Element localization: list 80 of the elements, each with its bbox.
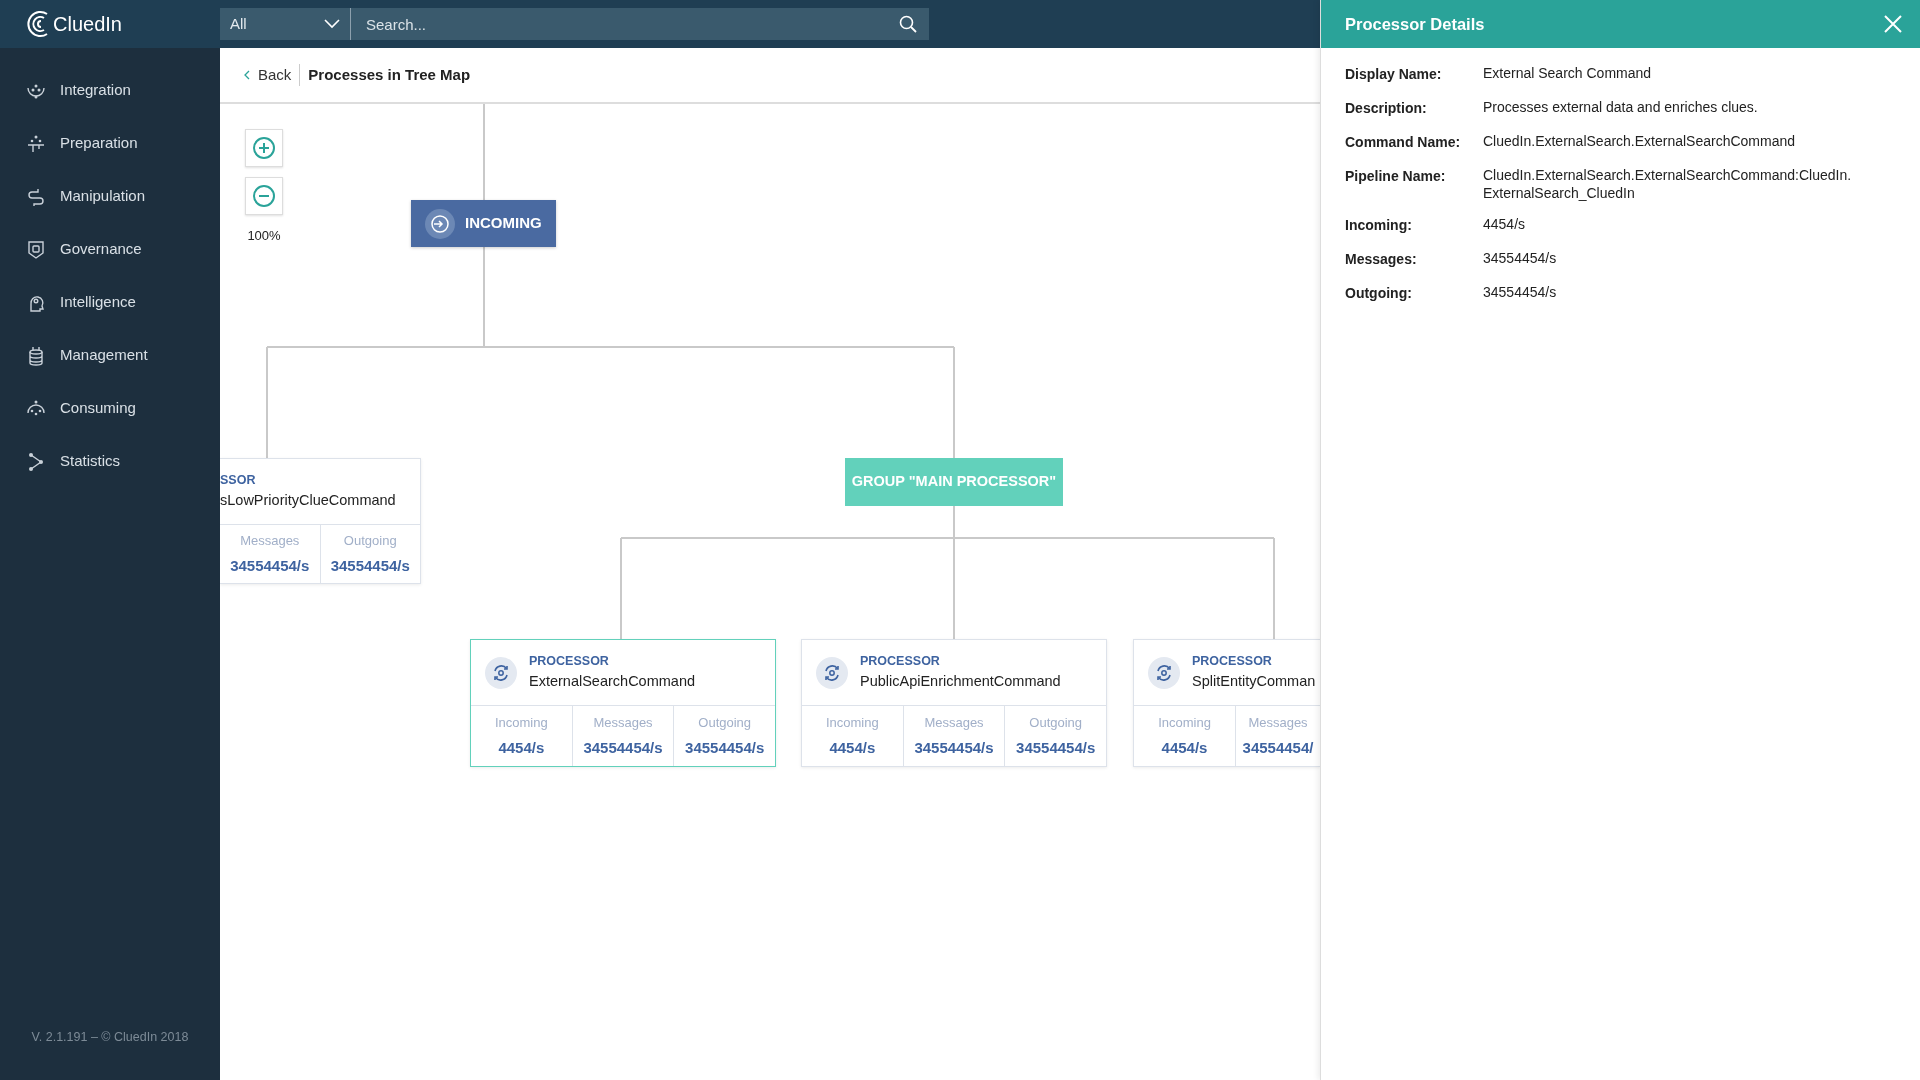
stat-value: 34554454/ <box>1242 737 1314 758</box>
processor-name: ExternalSearchCommand <box>529 672 696 691</box>
sidebar-item[interactable]: Manipulation <box>0 170 220 223</box>
sidebar-item[interactable]: Governance <box>0 223 220 276</box>
processor-type: PROCESSOR <box>1192 653 1273 671</box>
processor-type: PROCESSOR <box>860 653 941 671</box>
stat-label: Messages <box>240 532 300 550</box>
stat-value: 4454/s <box>1161 737 1208 758</box>
enter-icon <box>425 208 455 239</box>
sidebar-item[interactable]: Preparation <box>0 117 220 170</box>
field-label: Pipeline Name: <box>1345 167 1447 186</box>
stat-value: 34554454/s <box>230 555 310 576</box>
refresh-gear-icon <box>816 656 848 689</box>
stat-label: Messages <box>1248 714 1308 732</box>
scope-dropdown[interactable]: All <box>220 8 351 40</box>
stat-label: Incoming <box>1158 714 1211 732</box>
sidebar-item[interactable]: Statistics <box>0 435 220 488</box>
field-value: CluedIn.ExternalSearch.ExternalSearchCommand <box>1483 132 1796 151</box>
brand-name: CluedIn <box>53 12 122 37</box>
stat-value: 4454/s <box>829 737 876 758</box>
stat-label: Outgoing <box>1029 714 1083 732</box>
field-value: 4454/s <box>1483 215 1526 235</box>
sidebar-item[interactable]: Consuming <box>0 382 220 435</box>
chevron-left-icon <box>244 70 250 80</box>
back-link[interactable]: Back <box>244 63 301 87</box>
field-label: Display Name: <box>1345 65 1443 84</box>
processor-card[interactable]: SSOR sLowPriorityClueCommand Messages 34554454/s Outgoing 34554454/s <box>220 458 421 584</box>
field-value: 34554454/s <box>1483 283 1557 303</box>
field-label: Messages: <box>1345 250 1418 270</box>
branch-icon <box>26 451 46 472</box>
processor-type: SSOR <box>220 472 257 490</box>
processor-name: PublicApiEnrichmentCommand <box>860 672 1061 691</box>
zoom-out-button[interactable] <box>245 177 283 215</box>
stat-value: 34554454/s <box>685 737 765 758</box>
search-icon <box>899 15 917 33</box>
search-field[interactable]: Search... <box>351 8 929 40</box>
field-label: Outgoing: <box>1345 284 1413 304</box>
stat-value: 34554454/s <box>1016 737 1096 758</box>
stat-value: 34554454/s <box>914 737 994 758</box>
stat-label: Outgoing <box>698 714 752 732</box>
processor-name: sLowPriorityClueCommand <box>220 491 396 510</box>
sidebar-item[interactable]: Management <box>0 329 220 382</box>
field-label: Command Name: <box>1345 133 1462 152</box>
processor-name: SplitEntityComman <box>1192 672 1316 691</box>
close-button[interactable] <box>1882 13 1904 35</box>
stat-value: 4454/s <box>498 737 545 758</box>
panel-title: Processor Details <box>1345 13 1485 35</box>
zoom-level: 100% <box>246 227 282 245</box>
zoom-in-button[interactable] <box>245 129 283 167</box>
stat-label: Messages <box>593 714 653 732</box>
database-icon <box>26 345 46 366</box>
refresh-gear-icon <box>1148 656 1180 689</box>
field-value: 34554454/s <box>1483 249 1557 269</box>
curve-icon <box>26 186 46 207</box>
chevron-down-icon <box>324 19 340 29</box>
network-icon <box>26 133 46 154</box>
sidebar-item[interactable]: Intelligence <box>0 276 220 329</box>
stat-label: Outgoing <box>343 532 397 550</box>
shield-icon <box>26 239 46 260</box>
processor-card[interactable]: PROCESSOR ExternalSearchCommand Incoming 4454/s Messages 34554454/s Outgoing 34554454/s <box>470 639 776 767</box>
minus-icon <box>252 184 276 208</box>
field-value: External Search Command <box>1483 64 1652 83</box>
processor-card[interactable]: PROCESSOR PublicApiEnrichmentCommand Incoming 4454/s Messages 34554454/s Outgoing 34554454/s <box>801 639 1107 767</box>
sidebar-item[interactable]: Integration <box>0 64 220 117</box>
version-text: V. 2.1.191 – © CluedIn 2018 <box>30 1029 190 1047</box>
stat-value: 34554454/s <box>330 555 410 576</box>
stat-label: Messages <box>924 714 984 732</box>
incoming-node[interactable]: INCOMING <box>411 200 556 247</box>
refresh-gear-icon <box>485 656 517 689</box>
processor-type: PROCESSOR <box>529 653 610 671</box>
field-value: CluedIn.ExternalSearch.ExternalSearchCommand:CluedIn. ExternalSearch_CluedIn <box>1483 166 1852 203</box>
page-title: Processes in Tree Map <box>307 64 471 85</box>
processor-card[interactable]: PROCESSOR SplitEntityComman Incoming 4454/s Messages 34554454/ <box>1133 639 1320 767</box>
stat-label: Incoming <box>825 714 879 732</box>
stat-label: Incoming <box>494 714 548 732</box>
field-label: Incoming: <box>1345 216 1413 236</box>
plus-icon <box>252 136 276 160</box>
stat-value: 34554454/s <box>583 737 663 758</box>
field-value: Processes external data and enriches clues. <box>1483 98 1758 117</box>
field-label: Description: <box>1345 99 1428 118</box>
